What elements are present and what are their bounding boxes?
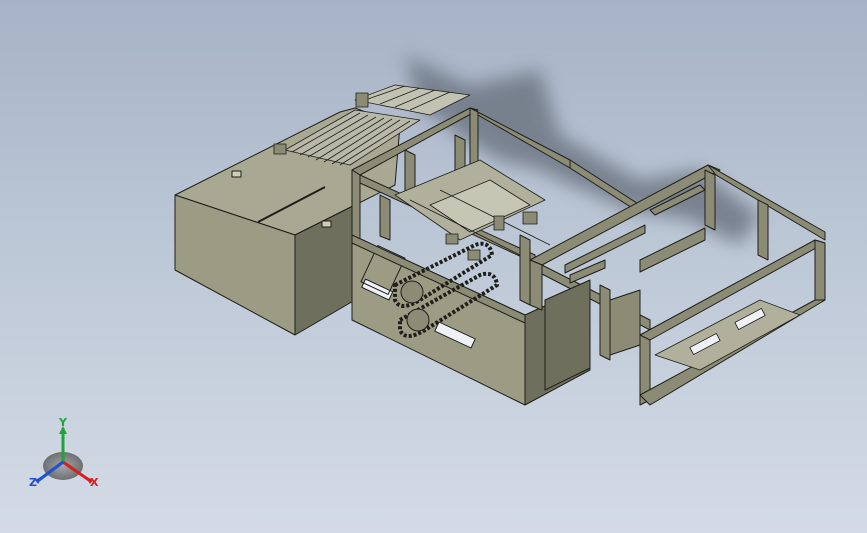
- orientation-triad[interactable]: Y X Z: [29, 416, 99, 489]
- outfeed-base: [654, 299, 801, 371]
- body-front-face: [351, 234, 526, 406]
- sprocket: [400, 280, 424, 304]
- clamp-block: [493, 215, 505, 231]
- cabinet-latch: [321, 220, 332, 228]
- triad-z-label: Z: [29, 476, 37, 489]
- cabinet-latch: [231, 170, 242, 178]
- conveyor-bracket: [273, 143, 287, 155]
- clamp-block: [445, 233, 459, 245]
- triad-y-label: Y: [58, 416, 68, 429]
- clamp-block: [467, 249, 481, 261]
- model-view[interactable]: Y X Z: [0, 0, 867, 533]
- clamp-block: [522, 211, 538, 225]
- sprocket: [406, 308, 430, 332]
- graphics-viewport[interactable]: Y X Z: [0, 0, 867, 533]
- triad-x-label: X: [90, 476, 99, 489]
- conveyor-bracket: [355, 92, 369, 108]
- side-cover-top: [609, 289, 641, 356]
